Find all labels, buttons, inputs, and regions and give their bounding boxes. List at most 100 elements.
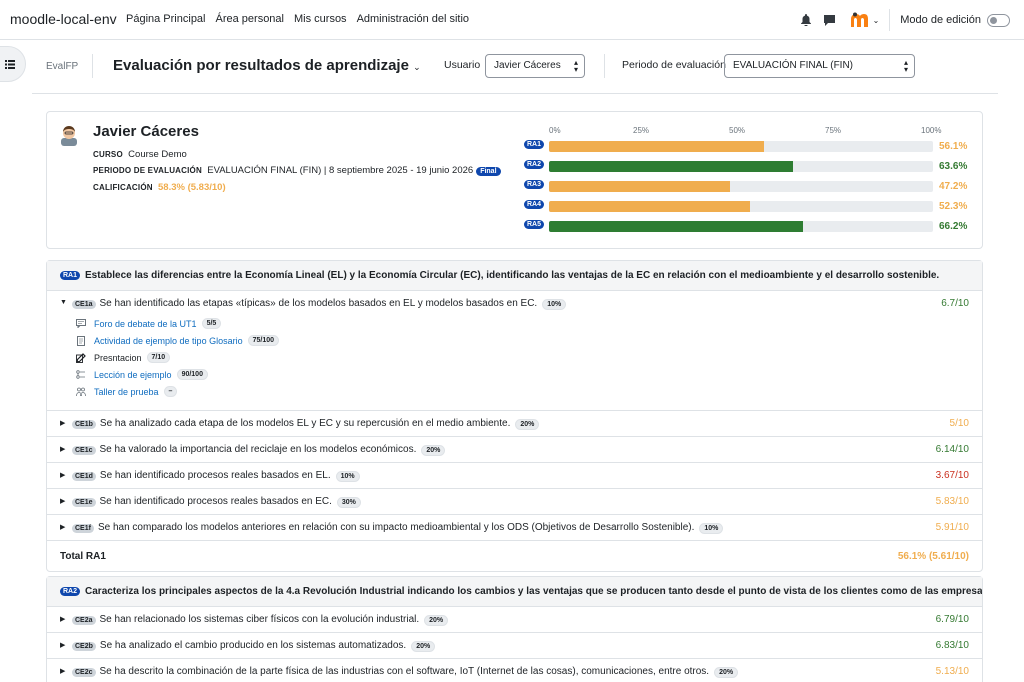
bell-icon[interactable]	[798, 12, 814, 28]
criterion-code-badge: CE1a	[72, 300, 96, 309]
user-avatar-icon[interactable]	[848, 12, 870, 28]
criterion-row-ce2a[interactable]: ▶ CE2a Se han relacionado los sistemas ci…	[47, 607, 982, 633]
expand-triangle-icon[interactable]: ▶	[60, 667, 65, 675]
criterion-weight-badge: 20%	[411, 641, 436, 652]
lesson-icon	[76, 370, 86, 380]
criterion-code-badge: CE1c	[72, 446, 96, 455]
criterion-row-ce2b[interactable]: ▶ CE2b Se ha analizado el cambio producid…	[47, 633, 982, 659]
select-caret-icon: ▴ ▾	[573, 58, 578, 74]
ra1-total-value: 56.1% (5.61/10)	[897, 551, 969, 562]
nav-link-home[interactable]: Página Principal	[126, 13, 206, 25]
criterion-code-badge: CE2b	[72, 642, 96, 651]
collapse-triangle-icon[interactable]: ▼	[60, 299, 67, 306]
criterion-text: Se ha analizado cada etapa de los modelo…	[99, 418, 511, 429]
activity-link[interactable]: Actividad de ejemplo de tipo Glosario	[94, 336, 243, 346]
criterion-row-ce1b[interactable]: ▶ CE1b Se ha analizado cada etapa de los …	[47, 411, 982, 437]
user-name: Javier Cáceres	[93, 123, 199, 140]
grade-value: 58.3% (5.83/10)	[158, 182, 226, 193]
activity-name: Presntacion	[94, 352, 142, 363]
criterion-weight-badge: 10%	[699, 523, 724, 534]
activity-grade-badge: 7/10	[146, 352, 171, 363]
pencil-icon	[76, 352, 86, 363]
activity-item-forum: Foro de debate de la UT1 5/5	[76, 318, 222, 329]
nav-link-dashboard[interactable]: Área personal	[216, 13, 285, 25]
edit-mode-toggle[interactable]	[987, 13, 1010, 27]
axis-tick-label: 25%	[633, 126, 650, 135]
grade-label: CALIFICACIÓN	[93, 183, 153, 192]
criterion-text: Se han identificado procesos reales basa…	[99, 470, 331, 481]
chart-bar-track	[549, 141, 933, 152]
navbar-divider	[889, 9, 891, 31]
chart-category-label: RA4	[524, 200, 545, 209]
user-select-label: Usuario	[444, 59, 481, 71]
activity-link[interactable]: Lección de ejemplo	[94, 370, 172, 380]
user-avatar	[61, 126, 77, 146]
period-select[interactable]: EVALUACIÓN FINAL (FIN) ▴ ▾	[724, 54, 915, 78]
activity-link[interactable]: Taller de prueba	[94, 387, 159, 397]
site-brand[interactable]: moodle-local-env	[10, 11, 117, 27]
chart-row-ra2: RA2 63.6%	[524, 160, 979, 172]
ra2-title: Caracteriza los principales aspectos de …	[85, 586, 982, 597]
period-final-badge: Final	[476, 167, 501, 176]
activity-grade-badge: 90/100	[176, 369, 208, 380]
criterion-row-ce1f[interactable]: ▶ CE1f Se han comparado los modelos anter…	[47, 515, 982, 541]
header-divider	[92, 54, 93, 78]
criterion-code-badge: CE1b	[72, 420, 96, 429]
criterion-text: Se han identificado las etapas «típicas»…	[99, 298, 538, 309]
course-shortname[interactable]: EvalFP	[46, 61, 78, 72]
expand-triangle-icon[interactable]: ▶	[60, 419, 65, 427]
criterion-ce2b: CE2b Se ha analizado el cambio producido …	[72, 640, 436, 652]
chevron-down-icon[interactable]: ⌄	[873, 16, 880, 25]
forum-icon	[76, 319, 86, 329]
chart-row-ra1: RA1 56.1%	[524, 140, 979, 152]
activity-link[interactable]: Foro de debate de la UT1	[94, 319, 197, 329]
criterion-ce1a: CE1a Se han identificado las etapas «típi…	[72, 298, 567, 310]
criterion-score: 6.79/10	[935, 614, 969, 625]
activity-grade-badge: 75/100	[247, 335, 280, 346]
expand-triangle-icon[interactable]: ▶	[60, 445, 65, 453]
list-icon	[5, 59, 15, 69]
criterion-ce1f: CE1f Se han comparado los modelos anterio…	[72, 522, 724, 534]
page-title[interactable]: Evaluación por resultados de aprendizaje…	[113, 57, 421, 74]
criterion-code-badge: CE2a	[72, 616, 96, 625]
top-navbar: moodle-local-env Página Principal Área p…	[0, 0, 1024, 40]
criterion-row-ce1a[interactable]: ▼ CE1a Se han identificado las etapas «tí…	[47, 291, 982, 411]
criterion-ce1c: CE1c Se ha valorado la importancia del re…	[72, 444, 446, 456]
user-select[interactable]: Javier Cáceres ▴ ▾	[485, 54, 585, 78]
criterion-ce1b: CE1b Se ha analizado cada etapa de los mo…	[72, 418, 540, 430]
chart-data-label: 52.3%	[939, 201, 968, 212]
nav-link-site-admin[interactable]: Administración del sitio	[357, 13, 470, 25]
chart-bar-track	[549, 161, 933, 172]
ra2-header: RA2 Caracteriza los principales aspectos…	[47, 577, 982, 607]
glossary-icon	[76, 335, 86, 346]
expand-triangle-icon[interactable]: ▶	[60, 497, 65, 505]
criterion-code-badge: CE1e	[72, 498, 96, 507]
expand-triangle-icon[interactable]: ▶	[60, 615, 65, 623]
chart-category-label: RA2	[524, 160, 545, 169]
period-label: PERIODO DE EVALUACIÓN	[93, 166, 202, 175]
criterion-weight-badge: 20%	[421, 445, 446, 456]
criterion-row-ce1e[interactable]: ▶ CE1e Se han identificado procesos reale…	[47, 489, 982, 515]
criterion-score: 5.83/10	[935, 496, 969, 507]
chart-bar	[549, 221, 804, 232]
expand-triangle-icon[interactable]: ▶	[60, 523, 65, 531]
criterion-row-ce1d[interactable]: ▶ CE1d Se han identificado procesos reale…	[47, 463, 982, 489]
chat-icon[interactable]	[822, 12, 838, 28]
nav-link-my-courses[interactable]: Mis cursos	[294, 13, 347, 25]
navbar-actions: ⌄ Modo de edición	[798, 9, 1010, 31]
criterion-score: 5.91/10	[935, 522, 969, 533]
course-index-toggle-button[interactable]	[0, 46, 26, 82]
expand-triangle-icon[interactable]: ▶	[60, 641, 65, 649]
criterion-row-ce2c[interactable]: ▶ CE2c Se ha descrito la combinación de l…	[47, 659, 982, 682]
edit-mode-label: Modo de edición	[900, 14, 981, 26]
criterion-text: Se han relacionado los sistemas ciber fí…	[99, 614, 420, 625]
expand-triangle-icon[interactable]: ▶	[60, 471, 65, 479]
criterion-score: 3.67/10	[935, 470, 969, 481]
criterion-row-ce1c[interactable]: ▶ CE1c Se ha valorado la importancia del …	[47, 437, 982, 463]
criterion-weight-badge: 20%	[714, 667, 739, 678]
criterion-weight-badge: 30%	[336, 497, 361, 508]
chart-data-label: 63.6%	[939, 161, 968, 172]
user-summary-card: Javier Cáceres CURSO Course Demo PERIODO…	[46, 111, 983, 249]
user-select-value: Javier Cáceres	[494, 60, 561, 71]
ra1-code-badge: RA1	[60, 271, 81, 280]
